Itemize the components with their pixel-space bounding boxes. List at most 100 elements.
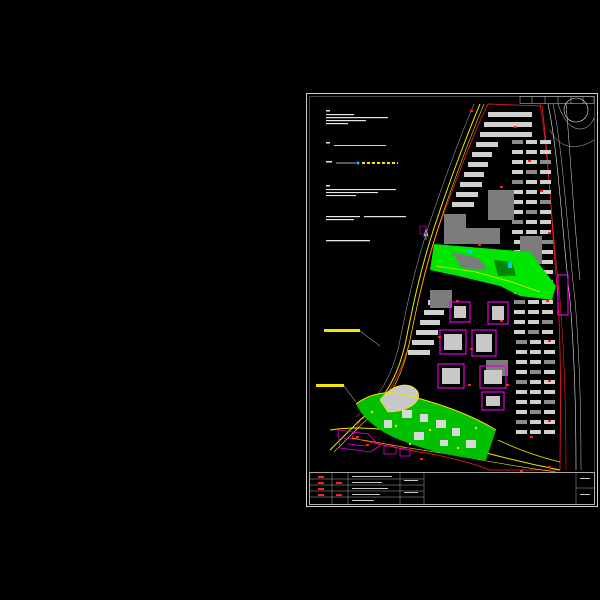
red-marker bbox=[528, 160, 531, 162]
building-row bbox=[516, 380, 527, 384]
building-row bbox=[528, 310, 539, 314]
building-row bbox=[516, 420, 527, 424]
building-row bbox=[530, 410, 541, 414]
red-marker bbox=[548, 380, 551, 382]
building-row bbox=[472, 152, 492, 157]
building-row bbox=[516, 400, 527, 404]
building-row bbox=[530, 420, 541, 424]
building-row bbox=[526, 220, 537, 224]
building-row bbox=[526, 230, 537, 234]
building-row bbox=[526, 150, 537, 154]
building-row bbox=[528, 320, 539, 324]
building-row bbox=[540, 140, 551, 144]
building-row bbox=[468, 162, 488, 167]
legend-road-sample bbox=[336, 161, 398, 165]
building-row bbox=[516, 430, 527, 434]
general-notes bbox=[326, 110, 406, 242]
building-row bbox=[526, 190, 537, 194]
building-row bbox=[516, 390, 527, 394]
building-row bbox=[512, 170, 523, 174]
building-row bbox=[512, 140, 523, 144]
building-row bbox=[544, 430, 555, 434]
building-row bbox=[542, 310, 553, 314]
building-row bbox=[544, 390, 555, 394]
building-row bbox=[460, 182, 482, 187]
building-row bbox=[540, 180, 551, 184]
building-row bbox=[530, 400, 541, 404]
building-row bbox=[540, 200, 551, 204]
building-row bbox=[544, 350, 555, 354]
building-row bbox=[528, 330, 539, 334]
building-row bbox=[526, 210, 537, 214]
red-marker bbox=[546, 300, 549, 302]
building-row bbox=[540, 170, 551, 174]
building-row bbox=[516, 360, 527, 364]
red-marker bbox=[514, 126, 517, 128]
red-marker bbox=[456, 300, 459, 302]
building-row bbox=[530, 350, 541, 354]
red-marker bbox=[548, 420, 551, 422]
building-row bbox=[512, 180, 523, 184]
building-row bbox=[456, 192, 478, 197]
building-row bbox=[516, 340, 527, 344]
building-row bbox=[526, 180, 537, 184]
red-marker bbox=[500, 320, 503, 322]
building-row bbox=[530, 370, 541, 374]
building-row bbox=[544, 370, 555, 374]
building-row bbox=[408, 350, 430, 355]
building-row bbox=[516, 350, 527, 354]
title-block bbox=[309, 472, 595, 505]
red-marker bbox=[438, 336, 441, 338]
building-row bbox=[530, 360, 541, 364]
red-marker bbox=[530, 436, 533, 438]
building-row bbox=[526, 170, 537, 174]
building-row bbox=[516, 410, 527, 414]
building-row bbox=[420, 320, 440, 325]
callout-2 bbox=[316, 384, 357, 403]
red-marker bbox=[548, 466, 551, 468]
building-row bbox=[542, 320, 553, 324]
building-row bbox=[480, 132, 532, 137]
red-marker bbox=[540, 190, 543, 192]
building-row bbox=[530, 390, 541, 394]
building-row bbox=[514, 300, 525, 304]
building-row bbox=[544, 410, 555, 414]
building-row bbox=[526, 140, 537, 144]
building-row bbox=[412, 340, 434, 345]
building-row bbox=[488, 112, 532, 117]
red-marker bbox=[478, 244, 481, 246]
callout-1 bbox=[324, 329, 381, 347]
building-row bbox=[416, 330, 438, 335]
building-row bbox=[542, 240, 553, 244]
building-row bbox=[542, 250, 553, 254]
building-row bbox=[540, 160, 551, 164]
building-row bbox=[542, 260, 553, 264]
building-row bbox=[526, 160, 537, 164]
red-marker bbox=[468, 384, 471, 386]
building-row bbox=[544, 400, 555, 404]
red-marker bbox=[500, 186, 503, 188]
red-marker bbox=[548, 232, 551, 234]
red-marker bbox=[548, 340, 551, 342]
building-row bbox=[540, 220, 551, 224]
red-marker bbox=[470, 110, 473, 112]
red-marker bbox=[520, 470, 523, 472]
building-row bbox=[512, 160, 523, 164]
building-row bbox=[452, 202, 474, 207]
building-row bbox=[528, 300, 539, 304]
building-row bbox=[530, 430, 541, 434]
building-row bbox=[512, 220, 523, 224]
building-row bbox=[530, 380, 541, 384]
building-row bbox=[544, 360, 555, 364]
building-row bbox=[540, 150, 551, 154]
building-row bbox=[526, 200, 537, 204]
building-row bbox=[512, 230, 523, 234]
red-marker bbox=[506, 384, 509, 386]
building-row bbox=[464, 172, 484, 177]
building-row bbox=[540, 210, 551, 214]
building-row bbox=[484, 122, 532, 127]
cad-drawing-canvas bbox=[306, 93, 598, 507]
building-row bbox=[542, 330, 553, 334]
building-row bbox=[516, 370, 527, 374]
building-row bbox=[512, 150, 523, 154]
